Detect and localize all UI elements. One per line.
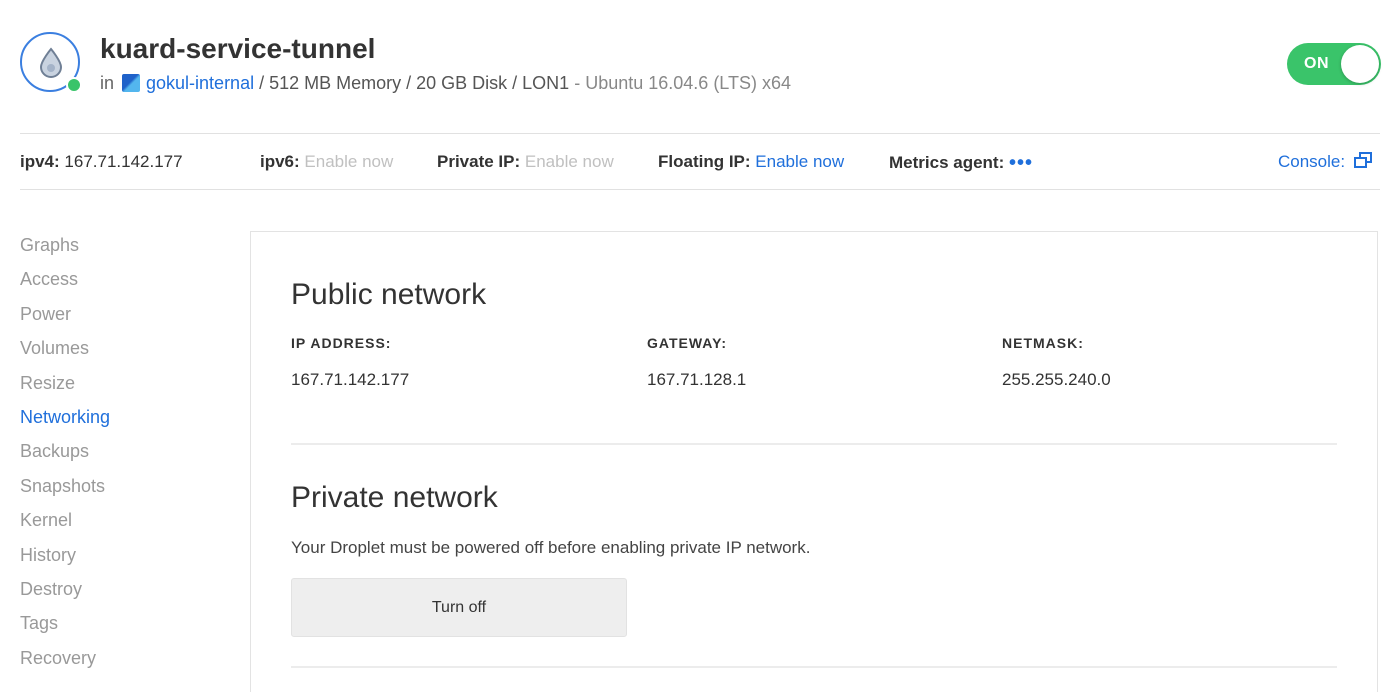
networking-panel: Public network IP ADDRESS: 167.71.142.17… — [250, 231, 1378, 692]
ipv4-label: ipv4: — [20, 152, 60, 171]
gateway-value: 167.71.128.1 — [647, 370, 747, 389]
project-link[interactable]: gokul-internal — [146, 73, 254, 93]
power-toggle-label: ON — [1304, 55, 1329, 72]
in-label: in — [100, 73, 115, 93]
ip-address-value: 167.71.142.177 — [291, 370, 410, 389]
ipv6-enable-link[interactable]: Enable now — [304, 152, 393, 171]
floating-ip-info: Floating IP: Enable now — [658, 152, 844, 172]
ipv4-info: ipv4: 167.71.142.177 — [20, 152, 183, 172]
droplet-sidebar-nav: Graphs Access Power Volumes Resize Netwo… — [20, 230, 220, 677]
droplet-title: kuard-service-tunnel — [100, 33, 376, 64]
netmask-value: 255.255.240.0 — [1002, 370, 1111, 389]
private-ip-enable-link[interactable]: Enable now — [525, 152, 614, 171]
droplet-info-bar: ipv4: 167.71.142.177 ipv6: Enable now Pr… — [20, 133, 1380, 190]
ipv4-value: 167.71.142.177 — [64, 152, 183, 171]
sidebar-item-recovery[interactable]: Recovery — [20, 643, 220, 677]
status-online-dot — [66, 77, 82, 93]
sidebar-item-tags[interactable]: Tags — [20, 608, 220, 642]
ipv6-label: ipv6: — [260, 152, 300, 171]
section-divider — [291, 443, 1337, 445]
sidebar-item-kernel[interactable]: Kernel — [20, 505, 220, 539]
sidebar-item-history[interactable]: History — [20, 540, 220, 574]
ipv6-info: ipv6: Enable now — [260, 152, 393, 172]
netmask-label: NETMASK: — [1002, 335, 1084, 351]
floating-ip-label: Floating IP: — [658, 152, 751, 171]
project-icon — [122, 74, 141, 92]
private-network-note: Your Droplet must be powered off before … — [291, 538, 811, 557]
ip-address-label: IP ADDRESS: — [291, 335, 392, 351]
private-ip-label: Private IP: — [437, 152, 521, 171]
console-link[interactable]: Console: — [1278, 152, 1372, 172]
gateway-label: GATEWAY: — [647, 335, 728, 351]
more-dots-icon[interactable]: ••• — [1009, 152, 1033, 174]
sidebar-item-graphs[interactable]: Graphs — [20, 230, 220, 264]
sidebar-item-power[interactable]: Power — [20, 299, 220, 333]
section-divider — [291, 666, 1337, 668]
power-toggle[interactable]: ON — [1287, 43, 1381, 85]
console-label: Console: — [1278, 152, 1346, 171]
droplet-subline: in gokul-internal / 512 MB Memory / 20 GB… — [100, 73, 791, 94]
sidebar-item-networking[interactable]: Networking — [20, 402, 220, 436]
sidebar-item-access[interactable]: Access — [20, 264, 220, 298]
sidebar-item-snapshots[interactable]: Snapshots — [20, 471, 220, 505]
sidebar-item-destroy[interactable]: Destroy — [20, 574, 220, 608]
droplet-specs: / 512 MB Memory / 20 GB Disk / LON1 — [259, 73, 570, 93]
droplet-header: kuard-service-tunnel in gokul-internal / … — [0, 0, 1400, 133]
metrics-agent-info: Metrics agent: ••• — [889, 152, 1033, 175]
sidebar-item-resize[interactable]: Resize — [20, 368, 220, 402]
floating-ip-enable-link[interactable]: Enable now — [755, 152, 844, 171]
metrics-agent-label: Metrics agent: — [889, 153, 1005, 172]
turn-off-button[interactable]: Turn off — [291, 578, 627, 637]
toggle-knob — [1341, 45, 1379, 83]
sidebar-item-backups[interactable]: Backups — [20, 436, 220, 470]
sidebar-item-volumes[interactable]: Volumes — [20, 333, 220, 367]
droplet-os: - Ubuntu 16.04.6 (LTS) x64 — [574, 73, 792, 93]
public-network-title: Public network — [291, 278, 487, 311]
private-ip-info: Private IP: Enable now — [437, 152, 614, 172]
external-window-icon — [1353, 152, 1372, 168]
private-network-title: Private network — [291, 481, 498, 514]
